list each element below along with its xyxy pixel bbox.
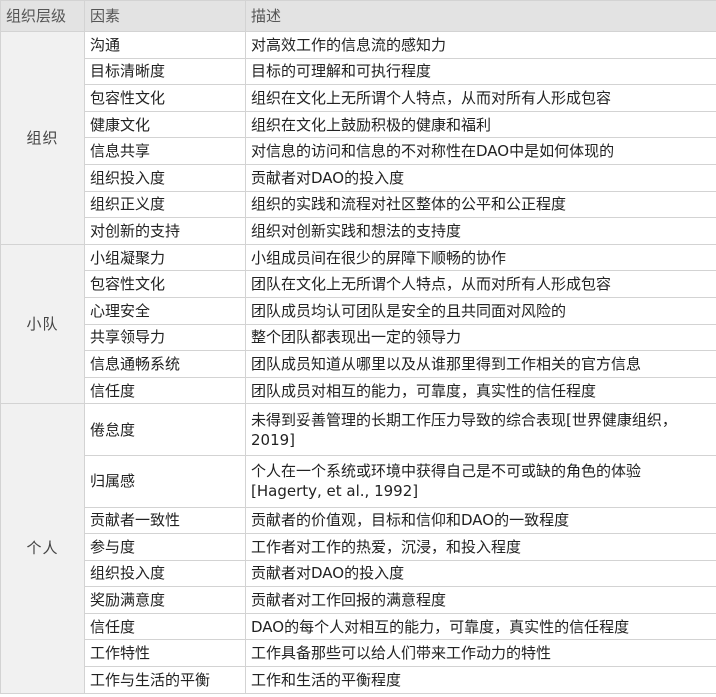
table-row: 共享领导力 整个团队都表现出一定的领导力 (1, 323, 716, 352)
description-cell: 对信息的访问和信息的不对称性在DAO中是如何体现的 (245, 137, 716, 165)
table-row: 信息通畅系统 团队成员知道从哪里以及从谁那里得到工作相关的官方信息 (1, 350, 716, 378)
factor-cell: 小组凝聚力 (84, 243, 246, 272)
description-cell: 小组成员间在很少的屏障下顺畅的协作 (245, 243, 716, 272)
description-cell: 对高效工作的信息流的感知力 (245, 31, 716, 59)
description-cell: 工作者对工作的热爱，沉浸，和投入程度 (245, 533, 716, 561)
factor-cell: 归属感 (84, 454, 246, 508)
factor-cell: 信任度 (84, 376, 246, 405)
table-row: 组织投入度 贡献者对DAO的投入度 (1, 163, 716, 192)
table-body: 组织 沟通 对高效工作的信息流的感知力 目标清晰度 目标的可理解和可执行程度 包… (0, 31, 716, 694)
description-cell: 目标的可理解和可执行程度 (245, 57, 716, 86)
table-row: 组织正义度 组织的实践和流程对社区整体的公平和公正程度 (1, 190, 716, 219)
factor-cell: 包容性文化 (84, 270, 246, 298)
header-level: 组织层级 (0, 0, 85, 32)
factor-cell: 奖励满意度 (84, 586, 246, 614)
factor-cell: 信息通畅系统 (84, 350, 246, 378)
table-row: 目标清晰度 目标的可理解和可执行程度 (1, 57, 716, 86)
factor-cell: 组织正义度 (84, 190, 246, 219)
table-row: 信息共享 对信息的访问和信息的不对称性在DAO中是如何体现的 (1, 137, 716, 165)
factor-cell: 健康文化 (84, 110, 246, 139)
description-cell: 团队成员对相互的能力，可靠度，真实性的信任程度 (245, 376, 716, 405)
description-cell: 组织在文化上鼓励积极的健康和福利 (245, 110, 716, 139)
header-row: 组织层级 因素 描述 (0, 0, 716, 32)
factor-cell: 信任度 (84, 612, 246, 641)
table-row: 组织投入度 贡献者对DAO的投入度 (1, 559, 716, 588)
level-cell-team: 小队 (0, 243, 85, 405)
table-row: 小队 小组凝聚力 小组成员间在很少的屏障下顺畅的协作 (0, 243, 716, 405)
factor-cell: 对创新的支持 (84, 217, 246, 245)
table-row: 奖励满意度 贡献者对工作回报的满意程度 (1, 586, 716, 614)
description-cell: 整个团队都表现出一定的领导力 (245, 323, 716, 352)
table-row: 心理安全 团队成员均认可团队是安全的且共同面对风险的 (1, 296, 716, 325)
header-description: 描述 (245, 0, 716, 32)
description-cell: 个人在一个系统或环境中获得自己是不可或缺的角色的体验[Hagerty, et a… (245, 454, 716, 508)
description-cell: 团队成员均认可团队是安全的且共同面对风险的 (245, 296, 716, 325)
table-row: 健康文化 组织在文化上鼓励积极的健康和福利 (1, 110, 716, 139)
factor-cell: 共享领导力 (84, 323, 246, 352)
table-row: 对创新的支持 组织对创新实践和想法的支持度 (1, 217, 716, 245)
table-row: 组织 沟通 对高效工作的信息流的感知力 (0, 31, 716, 245)
level-cell-individual: 个人 (0, 403, 85, 694)
factor-cell: 工作与生活的平衡 (84, 666, 246, 694)
table-header: 组织层级 因素 描述 (0, 0, 716, 32)
factor-cell: 组织投入度 (84, 559, 246, 588)
description-cell: 贡献者的价值观，目标和信仰和DAO的一致程度 (245, 506, 716, 535)
description-cell: 组织的实践和流程对社区整体的公平和公正程度 (245, 190, 716, 219)
description-cell: 贡献者对DAO的投入度 (245, 559, 716, 588)
description-cell: 组织对创新实践和想法的支持度 (245, 217, 716, 245)
factor-cell: 参与度 (84, 533, 246, 561)
table-row: 包容性文化 团队在文化上无所谓个人特点，从而对所有人形成包容 (1, 270, 716, 298)
description-cell: 工作具备那些可以给人们带来工作动力的特性 (245, 639, 716, 668)
table-row: 工作特性 工作具备那些可以给人们带来工作动力的特性 (1, 639, 716, 668)
table-row: 个人 倦怠度 未得到妥善管理的长期工作压力导致的综合表现[世界健康组织，2019… (0, 403, 716, 694)
factor-cell: 目标清晰度 (84, 57, 246, 86)
factor-cell: 贡献者一致性 (84, 506, 246, 535)
description-cell: DAO的每个人对相互的能力，可靠度，真实性的信任程度 (245, 612, 716, 641)
description-cell: 团队在文化上无所谓个人特点，从而对所有人形成包容 (245, 270, 716, 298)
table-row: 归属感 个人在一个系统或环境中获得自己是不可或缺的角色的体验[Hagerty, … (1, 454, 716, 508)
description-cell: 贡献者对工作回报的满意程度 (245, 586, 716, 614)
table-row: 参与度 工作者对工作的热爱，沉浸，和投入程度 (1, 533, 716, 561)
description-cell: 组织在文化上无所谓个人特点，从而对所有人形成包容 (245, 84, 716, 112)
description-cell: 团队成员知道从哪里以及从谁那里得到工作相关的官方信息 (245, 350, 716, 378)
table-row: 工作与生活的平衡 工作和生活的平衡程度 (1, 666, 716, 694)
description-cell: 贡献者对DAO的投入度 (245, 163, 716, 192)
table-row: 信任度 团队成员对相互的能力，可靠度，真实性的信任程度 (1, 376, 716, 405)
factor-cell: 信息共享 (84, 137, 246, 165)
factor-cell: 工作特性 (84, 639, 246, 668)
table-row: 贡献者一致性 贡献者的价值观，目标和信仰和DAO的一致程度 (1, 506, 716, 535)
factors-table: 组织层级 因素 描述 组织 沟通 对高效工作的信息流的感知力 目标清晰度 目标的… (0, 0, 716, 694)
factor-cell: 心理安全 (84, 296, 246, 325)
factor-cell: 组织投入度 (84, 163, 246, 192)
description-cell: 工作和生活的平衡程度 (245, 666, 716, 694)
table-row: 信任度 DAO的每个人对相互的能力，可靠度，真实性的信任程度 (1, 612, 716, 641)
factor-cell: 倦怠度 (84, 403, 246, 456)
factor-cell: 沟通 (84, 31, 246, 59)
table-row: 包容性文化 组织在文化上无所谓个人特点，从而对所有人形成包容 (1, 84, 716, 112)
description-cell: 未得到妥善管理的长期工作压力导致的综合表现[世界健康组织，2019] (245, 403, 716, 456)
factor-cell: 包容性文化 (84, 84, 246, 112)
level-cell-organization: 组织 (0, 31, 85, 245)
header-factor: 因素 (84, 0, 246, 32)
